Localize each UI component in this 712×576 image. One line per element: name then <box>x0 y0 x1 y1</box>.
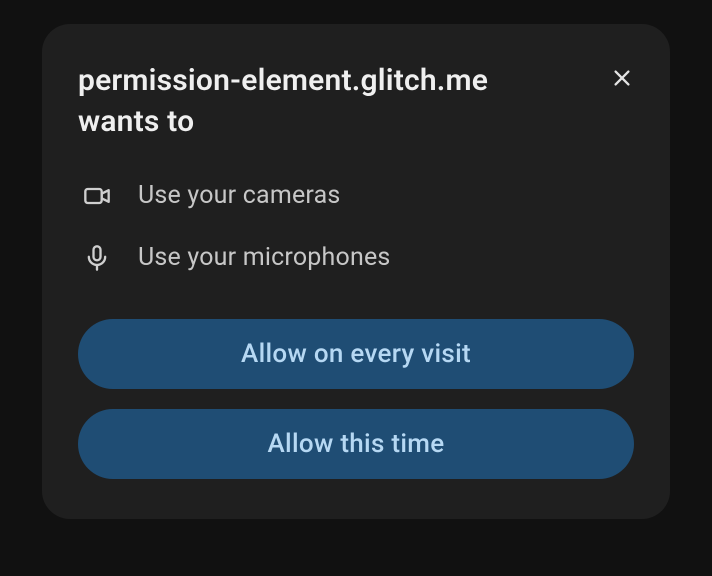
permission-label: Use your cameras <box>138 181 340 210</box>
permission-item-microphone: Use your microphones <box>82 243 634 273</box>
button-label: Allow on every visit <box>241 339 471 369</box>
dialog-title: permission-element.glitch.me wants to <box>78 60 558 143</box>
allow-every-visit-button[interactable]: Allow on every visit <box>78 319 634 389</box>
permission-dialog: permission-element.glitch.me wants to Us… <box>42 24 670 519</box>
close-icon <box>611 67 633 93</box>
camera-icon <box>82 181 112 211</box>
dialog-header: permission-element.glitch.me wants to <box>78 60 634 143</box>
permission-label: Use your microphones <box>138 243 391 272</box>
button-label: Allow this time <box>268 429 445 459</box>
microphone-icon <box>82 243 112 273</box>
permissions-list: Use your cameras Use your microphones <box>78 181 634 273</box>
close-button[interactable] <box>608 66 636 94</box>
permission-item-camera: Use your cameras <box>82 181 634 211</box>
allow-this-time-button[interactable]: Allow this time <box>78 409 634 479</box>
button-group: Allow on every visit Allow this time <box>78 319 634 479</box>
